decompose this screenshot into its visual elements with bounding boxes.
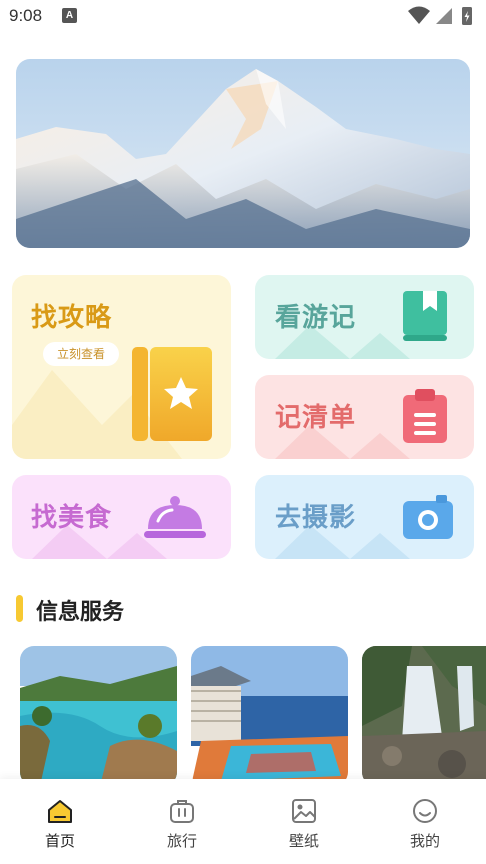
seaside-photo <box>191 646 348 786</box>
smile-icon <box>413 799 437 823</box>
tab-wallpaper[interactable]: 壁纸 <box>254 779 354 864</box>
app-screen: 9:08 A 找攻略 立刻查看 看游记 记清单 找美食 去摄影 信息服务 首页 … <box>0 0 486 864</box>
waterfall-photo <box>362 646 486 786</box>
wifi-icon <box>408 6 430 24</box>
section-title: 信息服务 <box>36 600 125 625</box>
checklist-card[interactable]: 记清单 <box>255 375 474 459</box>
hero-banner[interactable] <box>16 59 470 248</box>
find-food-card[interactable]: 找美食 <box>12 475 231 559</box>
bookmark-book-icon <box>403 291 447 341</box>
cloche-icon <box>144 496 206 538</box>
camera-icon <box>403 495 453 539</box>
tab-label: 壁纸 <box>288 832 319 850</box>
info-card-waterfall[interactable] <box>362 646 486 786</box>
card-title: 找攻略 <box>31 303 113 333</box>
status-icons <box>408 6 472 25</box>
tab-label: 旅行 <box>166 832 197 850</box>
status-time: 9:08 <box>9 6 43 25</box>
card-title: 去摄影 <box>275 503 357 533</box>
lake-photo <box>20 646 177 786</box>
photography-card[interactable]: 去摄影 <box>255 475 474 559</box>
clipboard-icon <box>403 389 447 443</box>
star-book-icon <box>132 347 212 441</box>
card-title: 记清单 <box>275 403 357 433</box>
tab-label: 我的 <box>409 832 440 850</box>
suitcase-icon <box>170 800 194 823</box>
home-icon <box>48 800 72 823</box>
notification-icon: A <box>62 8 77 23</box>
section-accent-bar <box>16 595 23 622</box>
tab-profile[interactable]: 我的 <box>375 779 475 864</box>
card-title: 看游记 <box>275 303 357 333</box>
info-card-seaside[interactable] <box>191 646 348 786</box>
travel-notes-card[interactable]: 看游记 <box>255 275 474 359</box>
status-bar: 9:08 A <box>0 0 486 34</box>
image-icon <box>292 799 316 823</box>
info-card-lake[interactable] <box>20 646 177 786</box>
view-now-button[interactable]: 立刻查看 <box>43 342 120 366</box>
tab-travel[interactable]: 旅行 <box>132 779 232 864</box>
tab-home[interactable]: 首页 <box>10 779 110 864</box>
card-title: 找美食 <box>31 503 113 533</box>
bottom-tab-bar: 首页 旅行 壁纸 我的 <box>0 779 486 864</box>
signal-icon <box>436 8 452 24</box>
tab-label: 首页 <box>44 832 75 850</box>
find-guide-card[interactable]: 找攻略 立刻查看 <box>12 275 231 459</box>
mountain-photo <box>16 59 470 248</box>
